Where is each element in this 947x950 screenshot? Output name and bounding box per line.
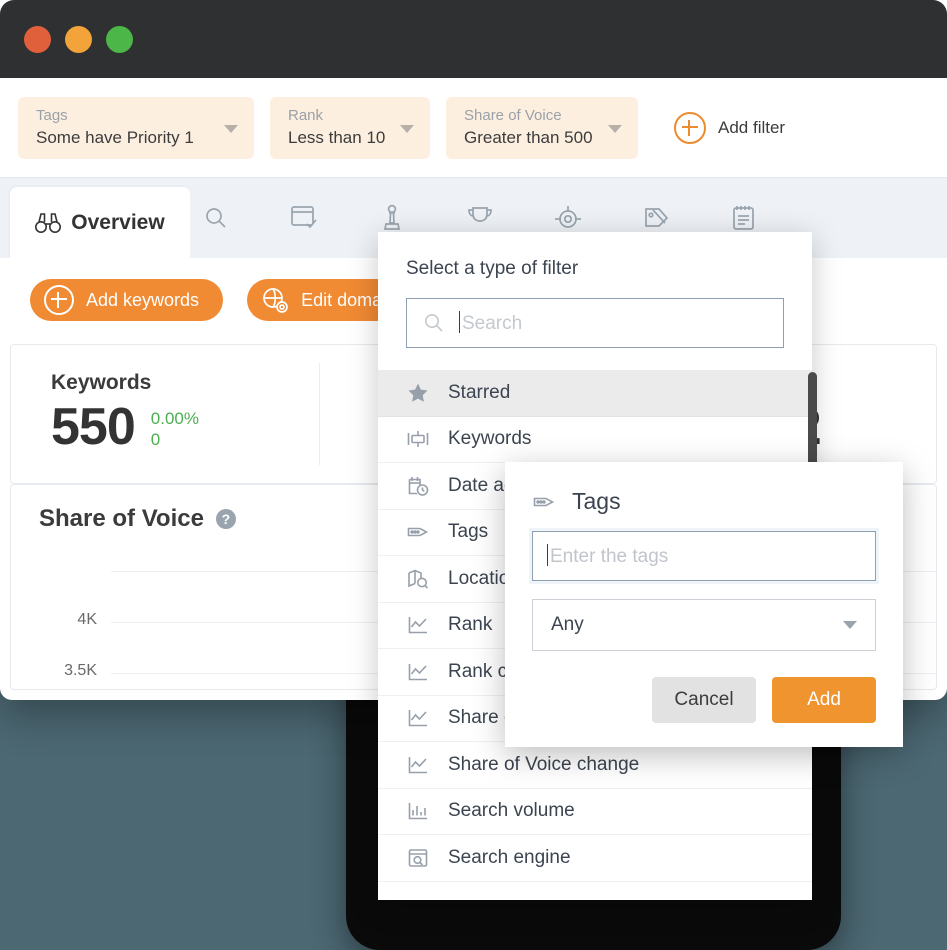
filter-chip-value: Greater than 500 (464, 126, 596, 150)
tab-notes[interactable] (728, 202, 760, 234)
line-chart-icon (406, 613, 430, 637)
target-icon (554, 204, 582, 232)
filter-option-label: Keywords (448, 428, 531, 450)
search-icon (423, 312, 445, 334)
share-of-voice-header: Share of Voice ? (39, 505, 236, 533)
minimize-button[interactable] (65, 26, 92, 53)
filter-chip-label: Tags (36, 106, 212, 126)
filter-option-label: Share of Voice change (448, 754, 639, 776)
browser-search-icon (406, 846, 430, 870)
filter-option-starred[interactable]: Starred (378, 370, 812, 417)
notepad-icon (731, 204, 757, 232)
browser-check-icon (290, 205, 318, 231)
filter-option-search-engine[interactable]: Search engine (378, 835, 812, 882)
filter-option-search-volume[interactable]: Search volume (378, 789, 812, 836)
tab-overview-label: Overview (71, 211, 164, 235)
filter-chip-value: Less than 10 (288, 126, 388, 150)
filter-option-keywords[interactable]: Keywords (378, 417, 812, 464)
line-chart-icon (406, 660, 430, 684)
maximize-button[interactable] (106, 26, 133, 53)
add-keywords-button[interactable]: Add keywords (30, 279, 223, 321)
stat-label: Keywords (51, 371, 319, 395)
close-button[interactable] (24, 26, 51, 53)
help-icon[interactable]: ? (216, 509, 236, 529)
filter-option-label: Starred (448, 382, 510, 404)
stat-value: 550 (51, 397, 135, 457)
chevron-down-icon[interactable] (608, 125, 622, 133)
tags-modal-header: Tags (532, 488, 876, 515)
trophy-icon (466, 205, 494, 231)
add-button[interactable]: Add (772, 677, 876, 723)
filter-chip-share-of-voice[interactable]: Share of Voice Greater than 500 (446, 97, 638, 159)
line-chart-icon (406, 706, 430, 730)
tag-arrow-icon (642, 205, 670, 231)
filter-chip-value: Some have Priority 1 (36, 126, 212, 150)
tags-filter-modal: Tags Enter the tags Any Cancel Add (505, 462, 903, 747)
popover-title: Select a type of filter (406, 258, 784, 280)
plus-circle-icon (674, 112, 706, 144)
cancel-button[interactable]: Cancel (652, 677, 756, 723)
tab-overview[interactable]: Overview (10, 187, 190, 259)
tags-input[interactable]: Enter the tags (532, 531, 876, 581)
filter-chip-tags[interactable]: Tags Some have Priority 1 (18, 97, 254, 159)
search-icon (203, 205, 229, 231)
filter-chip-label: Share of Voice (464, 106, 596, 126)
globe-gear-icon (261, 286, 289, 314)
stat-delta: 0.00% 0 (151, 397, 199, 451)
tag-icon (406, 520, 430, 544)
filter-option-label: Search volume (448, 800, 575, 822)
share-of-voice-title: Share of Voice (39, 505, 204, 533)
y-axis-tick: 3.5K (64, 662, 97, 680)
tags-modal-title: Tags (572, 488, 621, 515)
filter-bar: Tags Some have Priority 1 Rank Less than… (0, 78, 947, 178)
tags-input-placeholder: Enter the tags (547, 544, 668, 568)
add-filter-label: Add filter (718, 118, 785, 138)
tags-match-mode-select[interactable]: Any (532, 599, 876, 651)
calendar-clock-icon (406, 474, 430, 498)
tab-tags[interactable] (640, 202, 672, 234)
screenshot-stage: Tags Some have Priority 1 Rank Less than… (0, 0, 947, 933)
tab-opportunities[interactable] (552, 202, 584, 234)
add-keywords-label: Add keywords (86, 290, 199, 311)
tag-icon (532, 490, 556, 514)
y-axis-tick: 4K (77, 611, 97, 629)
popover-header: Select a type of filter Search (378, 232, 812, 348)
chevron-down-icon[interactable] (400, 125, 414, 133)
star-icon (406, 381, 430, 405)
window-titlebar (0, 0, 947, 78)
filter-option-share-of-voice-change[interactable]: Share of Voice change (378, 742, 812, 789)
filter-chip-rank[interactable]: Rank Less than 10 (270, 97, 430, 159)
chevron-down-icon (843, 621, 857, 629)
filter-option-label: Search engine (448, 847, 571, 869)
filter-search-input[interactable]: Search (406, 298, 784, 348)
plus-circle-icon (44, 285, 74, 315)
window-controls (24, 26, 133, 53)
filter-chip-label: Rank (288, 106, 388, 126)
tab-winners[interactable] (464, 202, 496, 234)
stat-keywords: Keywords 550 0.00% 0 (11, 345, 319, 483)
filter-search-placeholder: Search (459, 311, 522, 335)
chess-pawn-icon (382, 204, 402, 232)
stat-delta-absolute: 0 (151, 429, 199, 451)
chevron-down-icon[interactable] (224, 125, 238, 133)
filter-option-label: Rank (448, 614, 492, 636)
keywords-icon (406, 427, 430, 451)
tab-competitors[interactable] (376, 202, 408, 234)
tags-modal-actions: Cancel Add (532, 677, 876, 723)
tab-search[interactable] (200, 202, 232, 234)
tags-match-mode-value: Any (551, 614, 584, 636)
tab-pages[interactable] (288, 202, 320, 234)
binoculars-icon (35, 212, 61, 234)
stat-delta-percent: 0.00% (151, 409, 199, 429)
bar-chart-icon (406, 799, 430, 823)
line-chart-icon (406, 753, 430, 777)
filter-option-label: Tags (448, 521, 488, 543)
map-search-icon (406, 567, 430, 591)
add-filter-button[interactable]: Add filter (674, 112, 785, 144)
